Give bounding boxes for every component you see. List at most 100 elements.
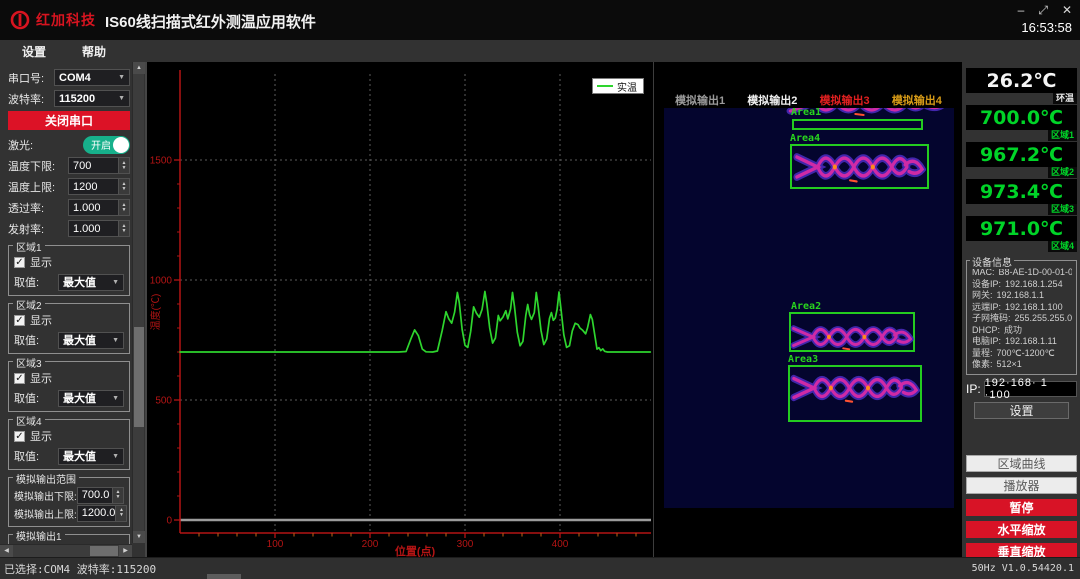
device-info-group: 设备信息 MAC:B8-AE-1D-00-01-01 设备IP:192.168.… — [966, 260, 1077, 375]
svg-text:100: 100 — [267, 539, 284, 550]
status-bar: 已选择:COM4 波特率:115200 50Hz V1.0.54420.1 — [0, 557, 1080, 579]
emissivity-input[interactable]: 1.000▲▼ — [68, 220, 130, 237]
emissivity-label: 发射率: — [8, 221, 44, 237]
area-curve-button[interactable]: 区域曲线 — [966, 455, 1077, 472]
thermal-image-panel: 模拟输出1 模拟输出2 模拟输出3 模拟输出4 Area1 Area4 Area… — [653, 62, 962, 557]
svg-text:温度(℃): 温度(℃) — [149, 294, 162, 331]
menu-settings[interactable]: 设置 — [22, 43, 46, 60]
area4-value-select[interactable]: 最大值▼ — [58, 448, 124, 465]
temp-lower-input[interactable]: 700▲▼ — [68, 157, 130, 174]
scroll-left-icon[interactable]: ◀ — [0, 545, 13, 557]
scroll-down-icon[interactable]: ▼ — [133, 531, 145, 543]
scroll-up-icon[interactable]: ▲ — [133, 62, 145, 74]
area3-label: Area3 — [788, 354, 818, 365]
area2-box[interactable] — [789, 312, 915, 352]
svg-text:500: 500 — [155, 396, 172, 407]
legend-label: 实温 — [617, 79, 637, 94]
area1-temp-value: 700.0℃ — [966, 105, 1077, 130]
chevron-down-icon: ▼ — [112, 453, 119, 460]
area2-temp-value: 967.2℃ — [966, 142, 1077, 167]
laser-toggle[interactable]: 开启 — [83, 136, 130, 154]
player-button[interactable]: 播放器 — [966, 477, 1077, 494]
area2-temp-label: 区域2 — [1048, 167, 1077, 178]
area3-temp-value: 973.4℃ — [966, 179, 1077, 204]
area3-box[interactable] — [788, 365, 922, 422]
logo: 红加科技 — [10, 10, 96, 30]
analog-upper-input[interactable]: 1200.0▲▼ — [77, 505, 128, 522]
spinner-arrows[interactable]: ▲▼ — [115, 506, 126, 521]
device-info-row: DHCP:成功 — [972, 325, 1072, 337]
svg-text:0: 0 — [166, 516, 172, 527]
scroll-right-icon[interactable]: ▶ — [119, 545, 132, 557]
minimize-icon[interactable]: – — [1018, 3, 1025, 17]
sidebar-vertical-scrollbar[interactable]: ▲ ▼ — [132, 62, 144, 543]
area4-group: 区域4 ✓ 显示 取值: 最大值▼ — [8, 419, 130, 470]
area1-show-checkbox[interactable]: ✓ — [14, 257, 25, 268]
close-icon[interactable]: ✕ — [1062, 3, 1072, 17]
horizontal-zoom-button[interactable]: 水平缩放 — [966, 521, 1077, 538]
device-info-row: 量程:700℃-1200℃ — [972, 348, 1072, 360]
spinner-arrows[interactable]: ▲▼ — [118, 221, 129, 236]
svg-text:1500: 1500 — [150, 156, 173, 167]
area2-label: Area2 — [791, 301, 821, 312]
device-info-row: 子网掩码:255.255.255.0 — [972, 313, 1072, 325]
svg-text:200: 200 — [362, 539, 379, 550]
toggle-knob — [113, 137, 129, 153]
area1-label: Area1 — [791, 108, 821, 118]
temperature-chart-panel: 050010001500100200300400位置(点)温度(℃) 实温 — [145, 62, 653, 557]
status-version: 50Hz V1.0.54420.1 — [972, 563, 1074, 574]
title-bar: 红加科技 IS60线扫描式红外测温应用软件 – ⤢ ✕ 16:53:58 — [0, 0, 1080, 40]
infrared-image[interactable]: Area1 Area4 Area2 Area3 — [664, 108, 954, 508]
device-info-row: 远端IP:192.168.1.100 — [972, 302, 1072, 314]
ip-label: IP: — [966, 382, 981, 396]
app-title: IS60线扫描式红外测温应用软件 — [105, 11, 316, 32]
svg-text:300: 300 — [457, 539, 474, 550]
transmittance-label: 透过率: — [8, 200, 44, 216]
area1-box[interactable] — [792, 119, 923, 130]
logo-icon — [10, 10, 30, 30]
scrollbar-thumb[interactable] — [90, 546, 118, 556]
chevron-down-icon: ▼ — [118, 74, 125, 81]
area4-label: Area4 — [790, 133, 820, 144]
spinner-arrows[interactable]: ▲▼ — [118, 200, 129, 215]
area4-box[interactable] — [790, 144, 929, 189]
ip-address-input[interactable]: 192·168· 1 ·100 — [984, 381, 1077, 397]
transmittance-input[interactable]: 1.000▲▼ — [68, 199, 130, 216]
area2-group: 区域2 ✓ 显示 取值: 最大值▼ — [8, 303, 130, 354]
spinner-arrows[interactable]: ▲▼ — [118, 158, 129, 173]
spinner-arrows[interactable]: ▲▼ — [112, 488, 123, 503]
laser-label: 激光: — [8, 137, 33, 153]
svg-text:1000: 1000 — [150, 276, 173, 287]
sidebar-horizontal-scrollbar[interactable]: ◀ ▶ — [0, 544, 132, 557]
area3-show-checkbox[interactable]: ✓ — [14, 373, 25, 384]
serial-port-select[interactable]: COM4▼ — [54, 69, 130, 86]
area4-show-checkbox[interactable]: ✓ — [14, 431, 25, 442]
clock: 16:53:58 — [1021, 20, 1072, 35]
temp-upper-input[interactable]: 1200▲▼ — [68, 178, 130, 195]
legend-line-swatch — [597, 85, 613, 87]
chart-legend: 实温 — [592, 78, 644, 94]
menu-help[interactable]: 帮助 — [82, 43, 106, 60]
chevron-down-icon: ▼ — [118, 95, 125, 102]
svg-text:400: 400 — [552, 539, 569, 550]
pause-button[interactable]: 暂停 — [966, 499, 1077, 516]
maximize-icon[interactable]: ⤢ — [1038, 3, 1048, 17]
chevron-down-icon: ▼ — [112, 395, 119, 402]
baud-rate-select[interactable]: 115200▼ — [54, 90, 130, 107]
area1-group: 区域1 ✓ 显示 取值: 最大值▼ — [8, 245, 130, 296]
area3-value-select[interactable]: 最大值▼ — [58, 390, 124, 407]
scrollbar-thumb[interactable] — [134, 327, 144, 427]
ip-settings-button[interactable]: 设置 — [974, 402, 1069, 419]
area2-show-checkbox[interactable]: ✓ — [14, 315, 25, 326]
thermal-pattern — [790, 320, 914, 354]
area1-value-select[interactable]: 最大值▼ — [58, 274, 124, 291]
close-serial-button[interactable]: 关闭串口 — [8, 111, 130, 130]
control-sidebar: 串口号: COM4▼ 波特率: 115200▼ 关闭串口 激光: 开启 — [0, 62, 145, 557]
analog-lower-input[interactable]: 700.0▲▼ — [77, 487, 124, 504]
area2-value-select[interactable]: 最大值▼ — [58, 332, 124, 349]
area3-temp-label: 区域3 — [1048, 204, 1077, 215]
menu-bar: 设置 帮助 — [0, 40, 1080, 62]
temperature-line-chart: 050010001500100200300400位置(点)温度(℃) — [147, 62, 655, 557]
spinner-arrows[interactable]: ▲▼ — [118, 179, 129, 194]
area1-temp-label: 区域1 — [1048, 130, 1077, 141]
